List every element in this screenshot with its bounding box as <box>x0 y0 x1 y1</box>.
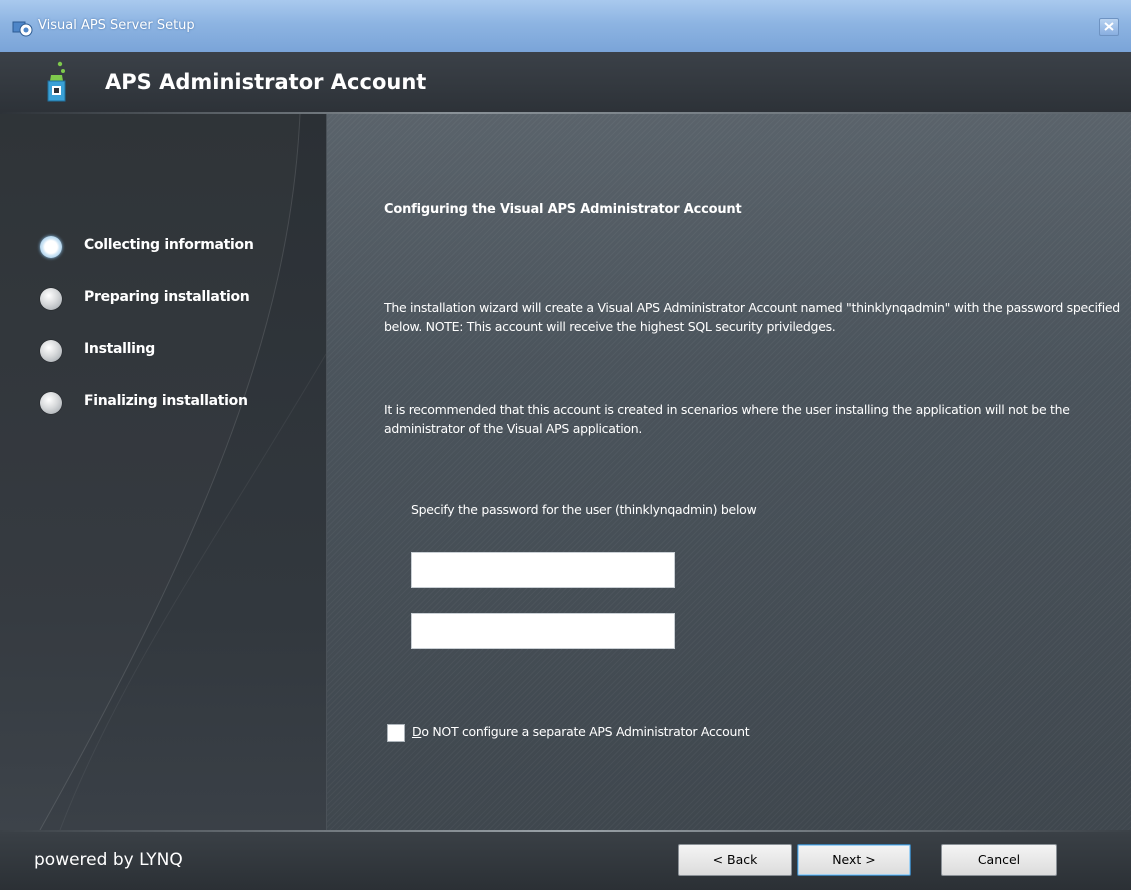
title-bar[interactable]: Visual APS Server Setup <box>0 0 1131 52</box>
step-label: Collecting information <box>84 237 254 253</box>
page-title: APS Administrator Account <box>105 70 427 94</box>
step-status-icon <box>40 236 62 258</box>
cancel-button[interactable]: Cancel <box>941 844 1057 876</box>
checkbox-label-text: o NOT configure a separate APS Administr… <box>421 724 750 739</box>
password-prompt: Specify the password for the user (think… <box>411 502 757 517</box>
step-label: Preparing installation <box>84 289 250 305</box>
powered-by-text: powered by LYNQ <box>34 850 183 870</box>
content-panel: Configuring the Visual APS Administrator… <box>327 114 1131 830</box>
wizard-footer: powered by LYNQ < Back Next > Cancel <box>0 832 1131 890</box>
setup-window: Visual APS Server Setup APS Administrato… <box>0 0 1131 890</box>
decorative-sweep <box>39 114 326 830</box>
step-finalizing-installation: Finalizing installation <box>40 391 320 417</box>
wizard-icon <box>40 59 74 105</box>
skip-admin-account-checkbox[interactable] <box>387 724 405 742</box>
confirm-password-field[interactable] <box>411 613 675 649</box>
step-label: Installing <box>84 341 156 357</box>
recommendation-paragraph: It is recommended that this account is c… <box>384 402 1070 436</box>
next-button[interactable]: Next > <box>797 844 911 876</box>
wizard-header: APS Administrator Account <box>0 52 1131 113</box>
window-title: Visual APS Server Setup <box>38 18 195 33</box>
step-status-icon <box>40 340 62 362</box>
step-installing: Installing <box>40 339 320 365</box>
step-preparing-installation: Preparing installation <box>40 287 320 313</box>
step-status-icon <box>40 288 62 310</box>
password-field[interactable] <box>411 552 675 588</box>
step-collecting-information: Collecting information <box>40 235 320 261</box>
skip-admin-account-label[interactable]: Do NOT configure a separate APS Administ… <box>412 724 750 739</box>
back-button[interactable]: < Back <box>678 844 792 876</box>
step-status-icon <box>40 392 62 414</box>
step-label: Finalizing installation <box>84 393 248 409</box>
description-paragraph: The installation wizard will create a Vi… <box>384 300 1120 334</box>
checkbox-mnemonic: D <box>412 724 422 739</box>
close-icon[interactable] <box>1099 18 1119 36</box>
section-title: Configuring the Visual APS Administrator… <box>384 202 742 217</box>
step-panel: Collecting information Preparing install… <box>0 114 327 830</box>
setup-app-icon <box>12 19 34 37</box>
